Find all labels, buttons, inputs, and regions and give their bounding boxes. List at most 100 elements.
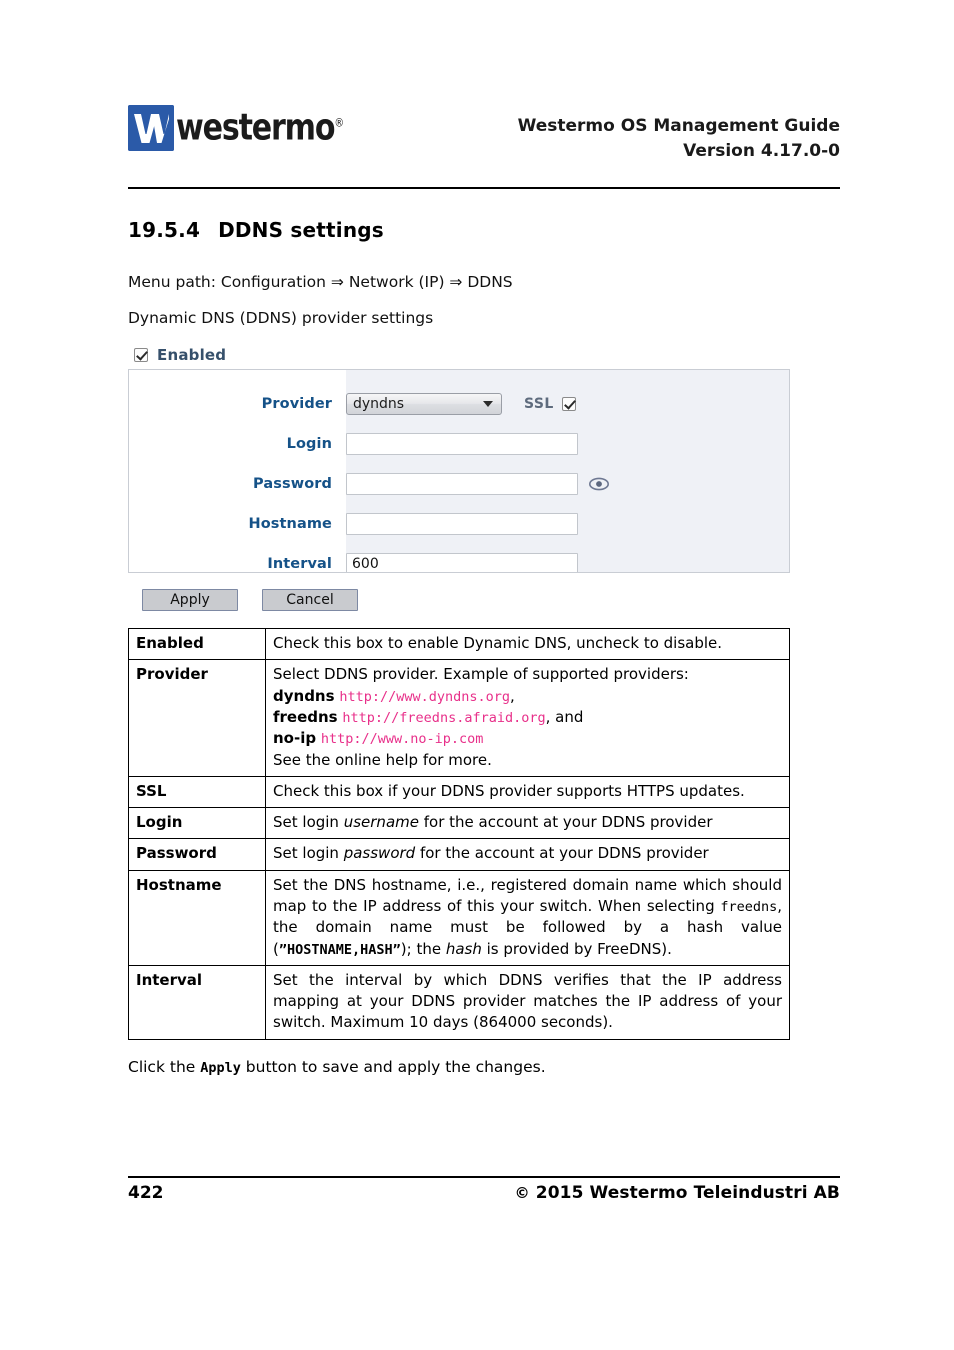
hostname-def-mono1: freedns [720, 899, 778, 915]
definition-ssl: Check this box if your DDNS provider sup… [265, 775, 790, 809]
copyright-text: 2015 Westermo Teleindustri AB [535, 1183, 840, 1203]
login-def-part-b: for the account at your DDNS provider [418, 813, 713, 832]
provider-name-dyndns: dyndns [273, 686, 335, 705]
closing-instruction: Click the Apply button to save and apply… [128, 1056, 840, 1079]
provider-tail-dyndns: , [510, 686, 515, 705]
cancel-button[interactable]: Cancel [262, 589, 358, 612]
hostname-def-p4: is provided by FreeDNS). [481, 939, 672, 958]
chevron-down-icon [483, 401, 493, 408]
provider-help-line: See the online help for more. [273, 750, 492, 769]
table-row: Provider Select DDNS provider. Example o… [128, 659, 790, 777]
definition-provider: Select DDNS provider. Example of support… [265, 659, 790, 777]
provider-select-value: dyndns [353, 396, 405, 413]
field-row-login: Login [129, 424, 789, 464]
provider-label: Provider [261, 396, 332, 413]
form-button-row: Apply Cancel [142, 589, 790, 612]
term-interval: Interval [128, 964, 266, 1040]
closing-pre: Click the [128, 1057, 201, 1076]
login-input[interactable] [346, 433, 578, 456]
definition-password: Set login password for the account at yo… [265, 838, 790, 871]
closing-apply-keyword: Apply [200, 1059, 241, 1076]
registered-trademark-icon: ® [334, 116, 345, 130]
form-field-rows: Provider dyndns SSL Login Password Hostn… [129, 370, 789, 573]
interval-input[interactable]: 600 [346, 553, 578, 573]
reveal-password-button[interactable] [588, 477, 610, 491]
interval-label: Interval [267, 556, 332, 573]
section-number: 19.5.4 [128, 218, 201, 242]
definition-enabled: Check this box to enable Dynamic DNS, un… [265, 628, 790, 661]
apply-button[interactable]: Apply [142, 589, 238, 612]
login-def-part-a: Set login [273, 813, 344, 832]
header-divider [128, 187, 840, 189]
password-def-emphasis: password [343, 844, 416, 863]
field-row-provider: Provider dyndns SSL [129, 384, 789, 424]
section-intro: Dynamic DNS (DDNS) provider settings [128, 309, 434, 328]
hostname-input[interactable] [346, 513, 578, 536]
menu-path: Menu path: Configuration ⇒ Network (IP) … [128, 273, 513, 291]
term-enabled: Enabled [128, 628, 266, 661]
ddns-settings-form-screenshot: Enabled Provider dyndns SSL Login Passwo… [128, 346, 790, 612]
provider-url-noip: http://www.no-ip.com [320, 731, 484, 748]
provider-lead-line: Select DDNS provider. Example of support… [273, 665, 689, 684]
logo-wordmark: westermo® [176, 109, 345, 147]
definition-login: Set login username for the account at yo… [265, 807, 790, 840]
page-content: 19.5.4 DDNS settings Menu path: Configura… [128, 218, 840, 1095]
term-provider: Provider [128, 659, 266, 777]
provider-url-dyndns: http://www.dyndns.org [339, 688, 511, 705]
table-row: Hostname Set the DNS hostname, i.e., reg… [128, 869, 790, 966]
table-row: Login Set login username for the account… [128, 807, 790, 840]
section-title: DDNS settings [218, 218, 384, 242]
provider-tail-freedns: , and [545, 707, 584, 726]
settings-description-table: Enabled Check this box to enable Dynamic… [128, 628, 790, 1040]
ssl-checkbox-group[interactable]: SSL [524, 396, 576, 412]
table-row: Enabled Check this box to enable Dynamic… [128, 628, 790, 661]
login-label: Login [286, 436, 332, 453]
header-title-block: Westermo OS Management Guide Version 4.1… [518, 114, 840, 163]
guide-title: Westermo OS Management Guide [517, 116, 840, 136]
closing-post: button to save and apply the changes. [240, 1057, 546, 1076]
term-login: Login [128, 807, 266, 840]
page-title: 19.5.4 DDNS settings [128, 218, 840, 242]
table-row: SSL Check this box if your DDNS provider… [128, 775, 790, 809]
footer-divider [128, 1176, 840, 1178]
copyright-icon: © [514, 1184, 530, 1202]
ssl-checkbox[interactable] [561, 397, 576, 412]
hostname-control-group [346, 513, 578, 536]
term-ssl: SSL [128, 775, 266, 809]
eye-icon [589, 477, 609, 491]
password-control-group [346, 473, 610, 496]
enabled-label: Enabled [157, 346, 227, 365]
provider-select[interactable]: dyndns [346, 393, 502, 416]
interval-control-group: 600 [346, 553, 578, 573]
password-def-part-b: for the account at your DDNS provider [415, 844, 709, 863]
hostname-def-emphasis: hash [445, 939, 482, 958]
enabled-checkbox-row[interactable]: Enabled [128, 346, 790, 364]
interval-input-value: 600 [352, 556, 379, 573]
hostname-label: Hostname [248, 516, 332, 533]
table-row: Interval Set the interval by which DDNS … [128, 964, 790, 1040]
provider-entry: dyndns http://www.dyndns.org, [273, 686, 782, 707]
password-input[interactable] [346, 473, 578, 496]
field-row-hostname: Hostname [129, 504, 789, 544]
provider-name-freedns: freedns [273, 707, 338, 726]
hostname-def-p3: ); the [400, 939, 446, 958]
field-row-interval: Interval 600 [129, 544, 789, 573]
login-control-group [346, 433, 578, 456]
term-password: Password [128, 838, 266, 871]
page-header: westermo® Westermo OS Management Guide V… [128, 100, 840, 190]
definition-hostname: Set the DNS hostname, i.e., registered d… [265, 869, 790, 966]
logo-wordmark-text: westermo [176, 106, 336, 149]
provider-control-group: dyndns SSL [346, 393, 576, 416]
definition-interval: Set the interval by which DDNS verifies … [265, 964, 790, 1040]
page-footer: 422 © 2015 Westermo Teleindustri AB [128, 1183, 840, 1203]
westermo-logo: westermo® [128, 105, 349, 151]
provider-name-noip: no-ip [273, 729, 317, 748]
enabled-checkbox[interactable] [134, 348, 148, 363]
provider-url-freedns: http://freedns.afraid.org [342, 709, 546, 726]
ssl-label: SSL [524, 396, 554, 413]
guide-version: Version 4.17.0-0 [683, 140, 840, 161]
password-def-part-a: Set login [273, 844, 344, 863]
table-row: Password Set login password for the acco… [128, 838, 790, 871]
page-number: 422 [128, 1183, 164, 1203]
field-row-password: Password [129, 464, 789, 504]
